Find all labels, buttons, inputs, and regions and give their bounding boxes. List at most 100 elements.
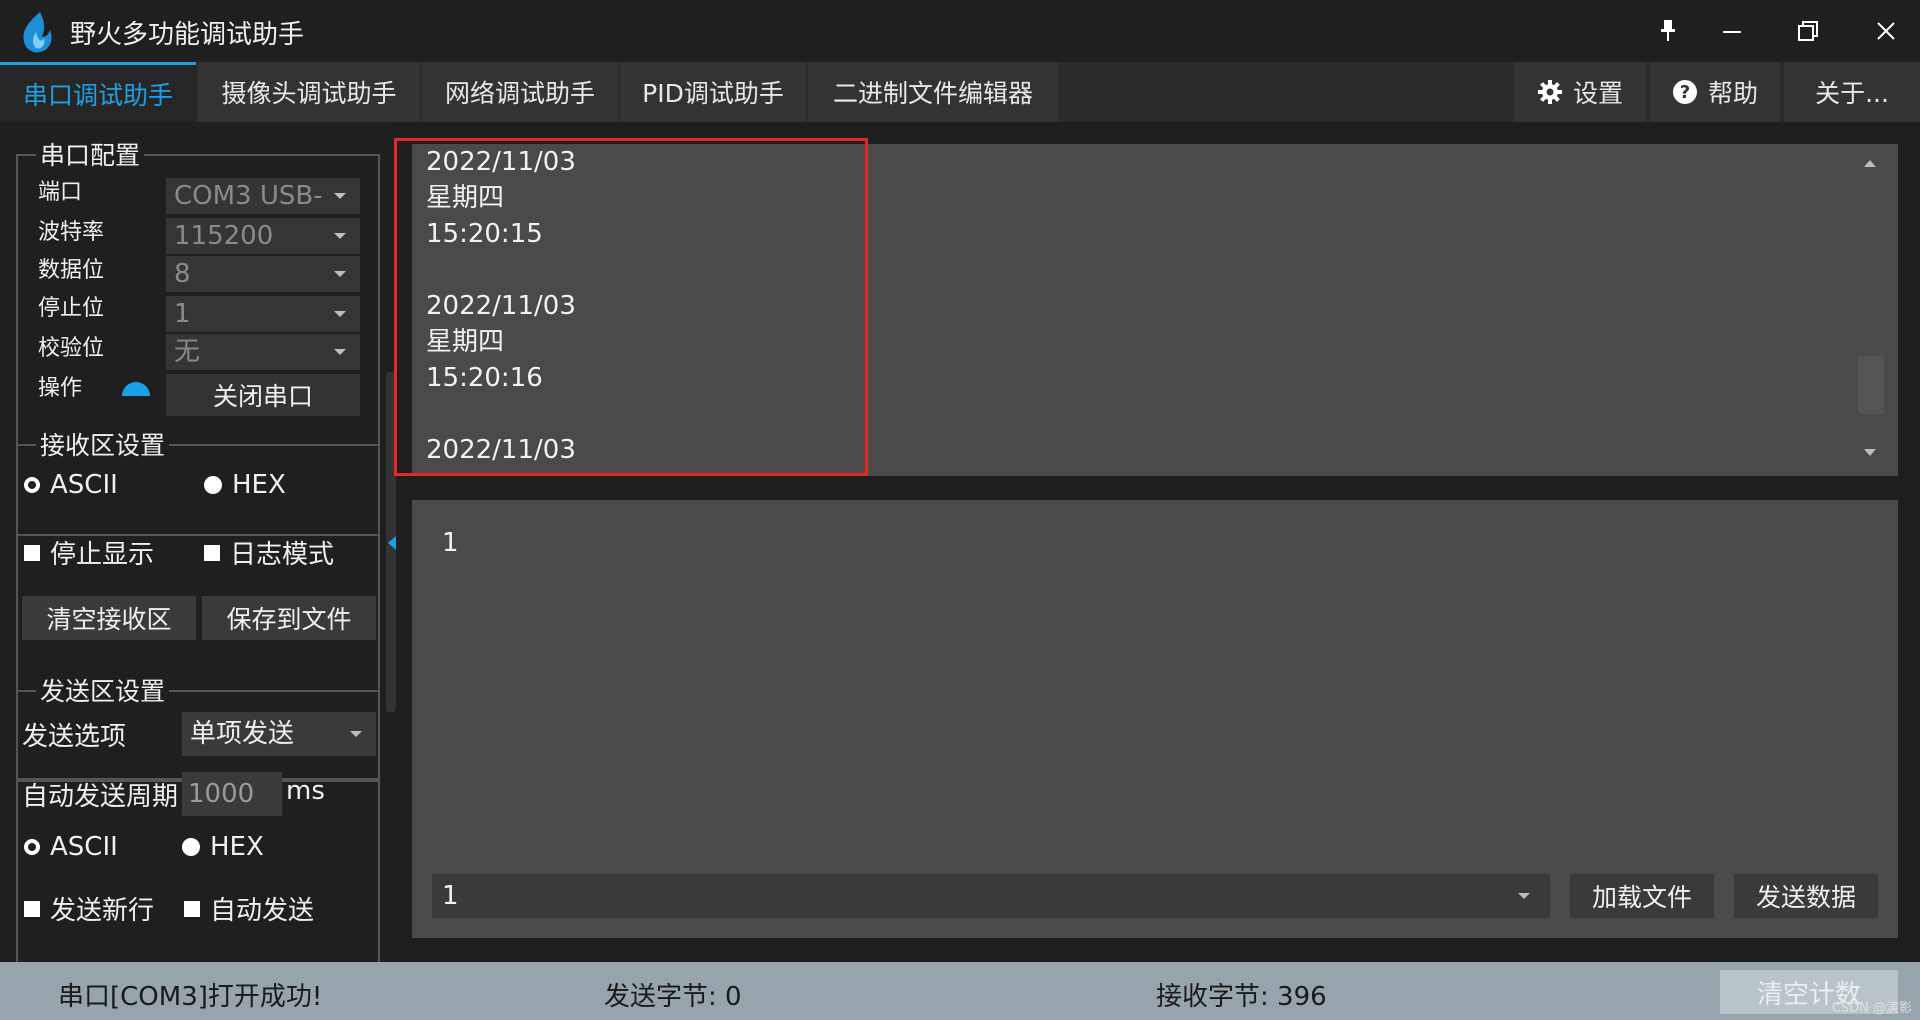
radio-selected-icon [24,839,40,855]
send-ascii-label: ASCII [50,832,118,862]
send-settings-title: 发送区设置 [36,672,170,708]
send-hex-label: HEX [210,832,264,862]
load-file-button[interactable]: 加载文件 [1570,874,1714,918]
chevron-down-icon [350,731,362,737]
send-area[interactable]: 1 1 加载文件 发送数据 [412,500,1898,938]
chevron-down-icon [334,311,346,317]
send-history-select[interactable]: 1 [432,874,1550,918]
highlight-annotation [394,138,868,476]
about-button[interactable]: 关于... [1784,62,1920,122]
settings-label: 设置 [1572,79,1623,108]
tab-network[interactable]: 网络调试助手 [422,62,618,122]
baud-select[interactable]: 115200 [166,218,360,254]
tab-camera[interactable]: 摄像头调试助手 [198,62,420,122]
parity-value: 无 [174,337,201,367]
status-message: 串口[COM3]打开成功! [58,982,323,1012]
baud-value: 115200 [174,221,274,251]
left-panel: 串口配置 端口 COM3 USB- 波特率 115200 数据位 8 停止位 1… [0,122,390,1020]
auto-send-checkbox[interactable]: 自动发送 [184,890,314,927]
collapse-arrow-icon[interactable] [388,536,396,550]
receive-settings-title: 接收区设置 [36,426,170,462]
auto-period-input[interactable]: 1000 [182,772,282,816]
databits-label: 数据位 [38,258,105,283]
auto-send-label: 自动发送 [210,896,315,926]
checkbox-icon [24,544,40,561]
send-option-value: 单项发送 [190,719,295,749]
checkbox-icon [184,900,200,917]
databits-value: 8 [174,259,191,289]
stop-display-checkbox[interactable]: 停止显示 [24,534,154,571]
help-label: 帮助 [1707,79,1758,108]
pin-button[interactable] [1644,10,1692,52]
scroll-up-icon[interactable] [1864,160,1876,167]
close-icon [1877,22,1895,40]
help-button[interactable]: ? 帮助 [1650,62,1780,122]
minimize-button[interactable] [1708,10,1756,52]
restore-button[interactable] [1784,10,1832,52]
pin-icon [1661,20,1675,41]
status-bar: 串口[COM3]打开成功! 发送字节: 0 接收字节: 396 清空计数 CSD… [0,962,1920,1020]
window-title: 野火多功能调试助手 [70,20,305,50]
send-ascii-radio[interactable]: ASCII [24,832,118,862]
svg-text:?: ? [1680,82,1690,103]
scroll-down-icon[interactable] [1864,449,1876,456]
parity-label: 校验位 [38,336,105,361]
port-value: COM3 USB- [174,181,323,211]
save-to-file-button[interactable]: 保存到文件 [202,596,376,640]
chevron-down-icon [334,349,346,355]
serial-config-title: 串口配置 [36,136,145,172]
port-label: 端口 [38,180,83,205]
chevron-down-icon [334,233,346,239]
port-select[interactable]: COM3 USB- [166,178,360,214]
send-newline-checkbox[interactable]: 发送新行 [24,890,154,927]
stopbits-label: 停止位 [38,296,105,321]
send-option-label: 发送选项 [22,722,127,752]
chevron-down-icon [1518,893,1530,899]
flame-logo-icon [23,12,52,53]
close-button[interactable] [1862,10,1910,52]
send-text: 1 [442,528,459,558]
send-data-button[interactable]: 发送数据 [1734,874,1878,918]
tab-bar: 串口调试助手 摄像头调试助手 网络调试助手 PID调试助手 二进制文件编辑器 设… [0,62,1920,122]
databits-select[interactable]: 8 [166,256,360,292]
sent-bytes: 发送字节: 0 [604,982,742,1012]
radio-icon [182,838,200,856]
recv-hex-radio[interactable]: HEX [204,470,286,500]
auto-period-label: 自动发送周期 [22,782,179,812]
received-bytes: 接收字节: 396 [1156,982,1327,1012]
checkbox-icon [24,900,40,917]
radio-icon [204,476,222,494]
tab-binary-editor[interactable]: 二进制文件编辑器 [808,62,1058,122]
restore-icon [1798,21,1818,41]
send-option-select[interactable]: 单项发送 [182,712,376,756]
checkbox-icon [204,544,220,561]
log-mode-checkbox[interactable]: 日志模式 [204,534,334,571]
close-port-button[interactable]: 关闭串口 [166,374,360,416]
settings-button[interactable]: 设置 [1514,62,1646,122]
recv-ascii-radio[interactable]: ASCII [24,470,118,500]
title-bar: 野火多功能调试助手 [0,0,1920,62]
stopbits-value: 1 [174,299,191,329]
stopbits-select[interactable]: 1 [166,296,360,332]
minimize-icon [1723,31,1741,33]
recv-hex-label: HEX [232,470,286,500]
scrollbar-thumb[interactable] [1858,356,1884,414]
stop-display-label: 停止显示 [50,540,155,570]
chevron-down-icon [334,193,346,199]
clear-receive-button[interactable]: 清空接收区 [22,596,196,640]
chevron-down-icon [334,271,346,277]
baud-label: 波特率 [38,220,105,245]
send-history-value: 1 [442,881,459,911]
tab-pid[interactable]: PID调试助手 [620,62,806,122]
period-unit-label: ms [286,776,325,806]
question-icon: ? [1672,80,1697,104]
tab-serial[interactable]: 串口调试助手 [0,62,196,122]
parity-select[interactable]: 无 [166,334,360,370]
watermark: CSDN @演影 [1831,1001,1912,1016]
send-newline-label: 发送新行 [50,896,155,926]
gear-icon [1537,80,1562,104]
operation-label: 操作 [38,376,83,401]
recv-ascii-label: ASCII [50,470,118,500]
send-hex-radio[interactable]: HEX [182,832,264,862]
log-mode-label: 日志模式 [230,540,335,570]
